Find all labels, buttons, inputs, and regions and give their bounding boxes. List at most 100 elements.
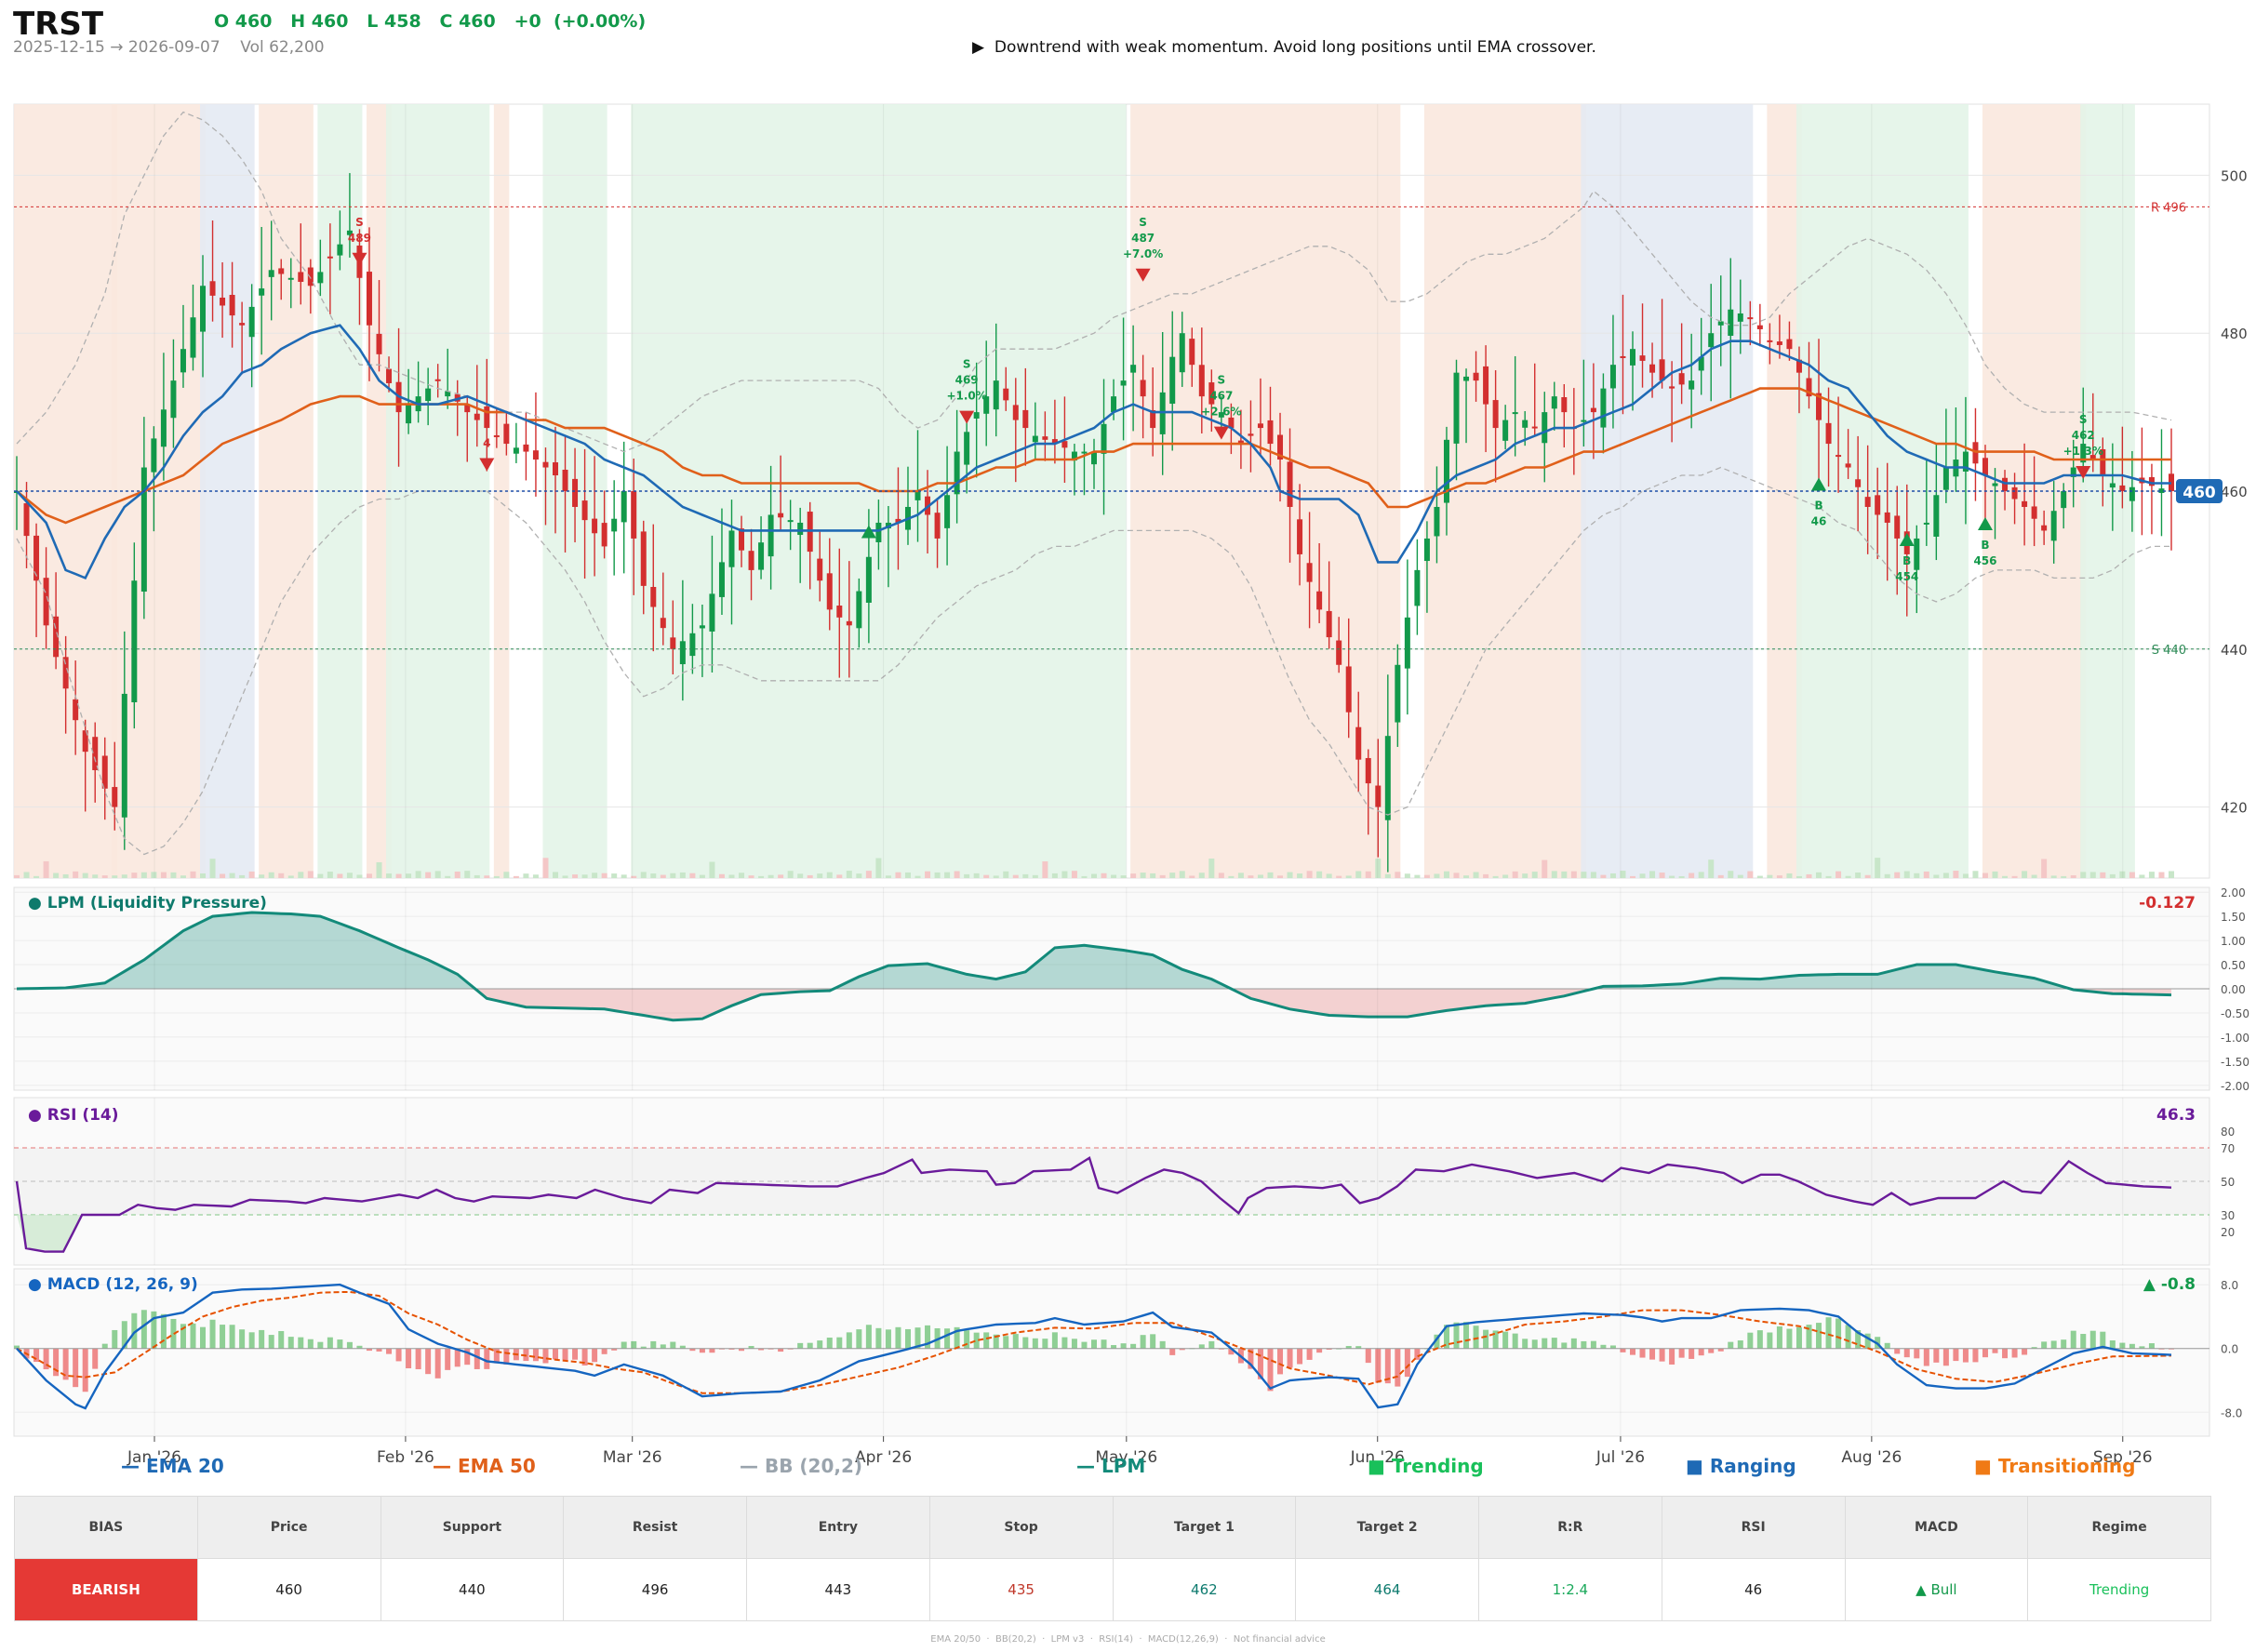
header-target2: Target 2 bbox=[1295, 1496, 1479, 1559]
volume-bar bbox=[180, 875, 186, 878]
volume-bar bbox=[748, 875, 754, 878]
volume-bar bbox=[356, 874, 363, 878]
macd-histogram-bar bbox=[346, 1341, 353, 1349]
volume-bar bbox=[640, 872, 647, 878]
macd-histogram-bar bbox=[1140, 1335, 1146, 1349]
volume-bar bbox=[1512, 871, 1518, 878]
volume-bar bbox=[248, 871, 255, 878]
volume-bar bbox=[2129, 872, 2135, 878]
candle-body bbox=[2061, 491, 2067, 509]
legend-ema20[interactable]: — EMA 20 bbox=[121, 1455, 224, 1477]
rsi-title: ● RSI (14) bbox=[28, 1106, 119, 1125]
candle-body bbox=[1473, 372, 1479, 381]
macd-histogram-bar bbox=[592, 1348, 598, 1363]
macd-histogram-bar bbox=[33, 1348, 40, 1363]
macd-histogram-bar bbox=[140, 1310, 147, 1349]
candle-body bbox=[92, 737, 99, 770]
volume-bar bbox=[454, 872, 461, 878]
volume-bar bbox=[660, 874, 666, 878]
value-entry: 443 bbox=[746, 1558, 930, 1621]
macd-histogram-bar bbox=[699, 1348, 705, 1353]
candle-body bbox=[337, 244, 343, 256]
candle-body bbox=[1492, 400, 1499, 429]
candle-body bbox=[425, 388, 432, 402]
candle-body bbox=[1649, 364, 1656, 373]
macd-histogram-bar bbox=[2129, 1343, 2135, 1349]
volume-bar bbox=[934, 872, 941, 878]
volume-bar bbox=[1306, 871, 1313, 878]
macd-histogram-bar bbox=[1708, 1348, 1715, 1353]
volume-bar bbox=[1816, 872, 1822, 878]
volume-bar bbox=[1942, 873, 1949, 878]
macd-histogram-bar bbox=[1747, 1332, 1754, 1349]
volume-bar bbox=[121, 874, 127, 878]
macd-histogram-bar bbox=[1689, 1348, 1695, 1359]
candle-body bbox=[954, 451, 960, 495]
macd-title: ● MACD (12, 26, 9) bbox=[28, 1275, 198, 1294]
macd-histogram-bar bbox=[1159, 1340, 1166, 1349]
volume-bar bbox=[1355, 871, 1362, 878]
volume-bar bbox=[679, 872, 686, 878]
volume-bar bbox=[807, 874, 813, 878]
candle-body bbox=[1414, 569, 1421, 606]
candle-body bbox=[1659, 359, 1665, 381]
lpm-last-value: -0.127 bbox=[2139, 894, 2196, 913]
macd-histogram-bar bbox=[1982, 1348, 1988, 1358]
volume-bar bbox=[287, 875, 294, 878]
macd-histogram-bar bbox=[386, 1348, 393, 1354]
candle-body bbox=[699, 625, 705, 629]
volume-bar bbox=[797, 873, 804, 878]
lpm-tick-label: 2.00 bbox=[2221, 886, 2246, 899]
volume-bar bbox=[1326, 873, 1332, 878]
volume-readout: Vol 62,200 bbox=[240, 38, 325, 57]
macd-histogram-bar bbox=[1728, 1341, 1734, 1349]
volume-bar bbox=[1071, 871, 1077, 878]
candle-body bbox=[1022, 409, 1029, 429]
candle-body bbox=[1345, 666, 1352, 713]
header-bias: BIAS bbox=[14, 1496, 198, 1559]
legend-trending[interactable]: ■ Trending bbox=[1368, 1455, 1484, 1477]
legend-transitioning[interactable]: ■ Transitioning bbox=[1974, 1455, 2135, 1477]
volume-bar bbox=[1767, 874, 1773, 878]
macd-histogram-bar bbox=[160, 1313, 167, 1349]
macd-histogram-bar bbox=[1463, 1322, 1470, 1349]
macd-histogram-bar bbox=[1590, 1340, 1596, 1349]
legend-lpm[interactable]: — LPM bbox=[1076, 1455, 1145, 1477]
volume-bar bbox=[298, 872, 304, 878]
macd-histogram-bar bbox=[2002, 1348, 2009, 1359]
candle-body bbox=[513, 447, 519, 454]
rsi-tick-label: 20 bbox=[2221, 1226, 2235, 1239]
candle-body bbox=[1306, 563, 1313, 582]
candle-body bbox=[1708, 333, 1715, 348]
header-rr: R:R bbox=[1478, 1496, 1662, 1559]
volume-bar bbox=[1189, 875, 1195, 878]
volume-bar bbox=[1649, 871, 1656, 878]
candle-body bbox=[934, 513, 941, 539]
signal-label: S bbox=[963, 358, 971, 371]
macd-histogram-bar bbox=[248, 1332, 255, 1349]
volume-bar bbox=[101, 875, 108, 878]
candle-body bbox=[1384, 736, 1391, 820]
candle-body bbox=[1395, 664, 1401, 723]
volume-bar bbox=[670, 873, 676, 878]
signal-label: +1.0% bbox=[946, 390, 986, 403]
candle-body bbox=[1942, 467, 1949, 490]
macd-histogram-bar bbox=[542, 1348, 549, 1364]
macd-histogram-bar bbox=[1836, 1318, 1842, 1349]
volume-bar bbox=[846, 871, 852, 878]
signal-label: 469 bbox=[955, 374, 979, 387]
legend-ranging[interactable]: ■ Ranging bbox=[1686, 1455, 1796, 1477]
candle-body bbox=[640, 531, 647, 586]
candle-body bbox=[611, 518, 618, 532]
volume-bar bbox=[1443, 871, 1449, 878]
legend-bb[interactable]: — BB (20,2) bbox=[740, 1455, 862, 1477]
volume-bar bbox=[1953, 871, 1959, 878]
footer-note: EMA 20/50 · BB(20,2) · LPM v3 · RSI(14) … bbox=[930, 1634, 1326, 1645]
candle-body bbox=[200, 286, 207, 332]
volume-bar bbox=[1795, 875, 1802, 878]
macd-histogram-bar bbox=[1316, 1348, 1323, 1353]
volume-bar bbox=[572, 874, 579, 878]
candle-body bbox=[572, 478, 579, 507]
macd-histogram-bar bbox=[1649, 1348, 1656, 1360]
legend-ema50[interactable]: — EMA 50 bbox=[433, 1455, 536, 1477]
